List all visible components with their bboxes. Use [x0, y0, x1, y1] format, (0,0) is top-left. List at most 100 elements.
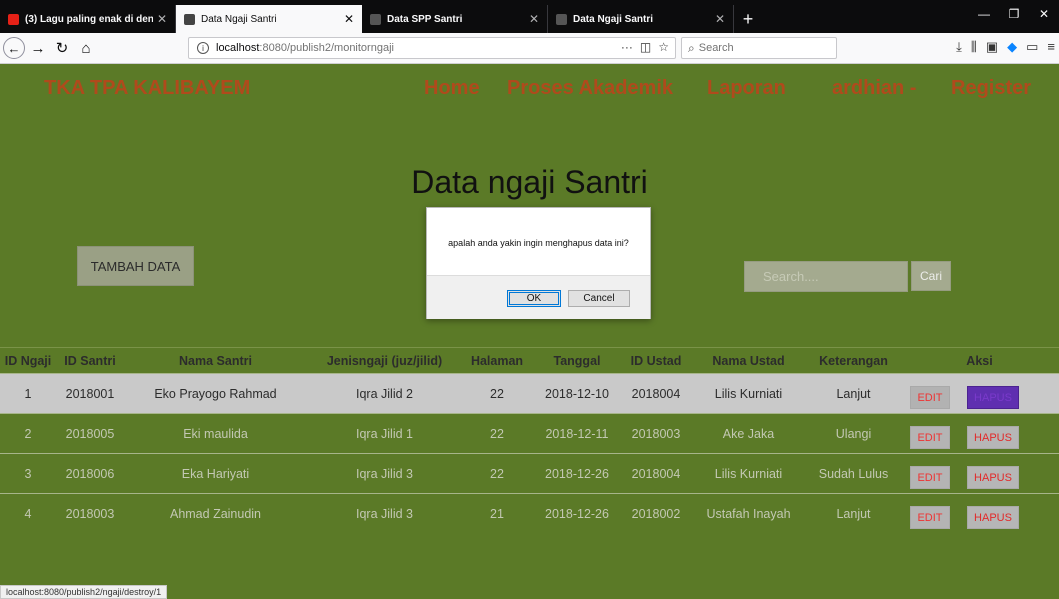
sidebar-icon[interactable]: ▣	[986, 39, 998, 55]
home-icon[interactable]: ⌂	[75, 37, 97, 59]
reload-icon[interactable]: ↻	[51, 37, 73, 59]
browser-tab[interactable]: Data Ngaji Santri ✕	[548, 5, 734, 33]
cell-tanggal: 2018-12-26	[532, 453, 622, 494]
table-row: 4 2018003 Ahmad Zainudin Iqra Jilid 3 21…	[0, 493, 1059, 534]
delete-button[interactable]: HAPUS	[967, 386, 1019, 409]
url-bar[interactable]: i localhost:8080/publish2/monitorngaji ·…	[188, 37, 676, 59]
ok-button[interactable]: OK	[507, 290, 561, 307]
column-header: ID Ngaji	[0, 347, 56, 374]
nav-user-dropdown[interactable]: ardhian -	[832, 77, 916, 100]
page-favicon-icon	[184, 13, 195, 25]
tab-title: Data Ngaji Santri	[201, 13, 277, 25]
site-info-icon[interactable]: i	[197, 42, 209, 54]
search-button[interactable]: Cari	[911, 261, 951, 291]
screenshot-icon[interactable]: ▭	[1026, 39, 1038, 55]
cell-keterangan: Ulangi	[807, 413, 900, 454]
cell-keterangan: Lanjut	[807, 493, 900, 534]
cell-halaman: 22	[462, 373, 532, 414]
search-icon: ⌕	[688, 40, 695, 55]
close-tab-icon[interactable]: ✕	[344, 12, 354, 26]
cell-tanggal: 2018-12-11	[532, 413, 622, 454]
browser-tab[interactable]: (3) Lagu paling enak di dengar ✕	[0, 5, 176, 33]
cell-jenis-ngaji: Iqra Jilid 3	[307, 453, 462, 494]
tab-title: (3) Lagu paling enak di dengar	[25, 13, 153, 25]
hamburger-menu-icon[interactable]: ≡	[1047, 39, 1055, 55]
column-header: Tanggal	[532, 347, 622, 374]
cell-id-santri: 2018003	[56, 493, 124, 534]
status-url: localhost:8080/publish2/ngaji/destroy/1	[0, 585, 168, 599]
column-header: ID Ustad	[622, 347, 690, 374]
cell-nama-santri: Ahmad Zainudin	[124, 493, 307, 534]
nav-proses-akademik[interactable]: Proses Akademik	[507, 77, 673, 100]
page-favicon-icon	[370, 13, 381, 25]
edit-button[interactable]: EDIT	[910, 386, 950, 409]
tab-title: Data SPP Santri	[387, 13, 463, 25]
pocket-icon[interactable]: ◫	[640, 40, 651, 54]
cell-id-ustad: 2018003	[622, 413, 690, 454]
cell-jenis-ngaji: Iqra Jilid 1	[307, 413, 462, 454]
table-header-row: ID Ngaji ID Santri Nama Santri Jenisngaj…	[0, 347, 1059, 374]
cancel-button[interactable]: Cancel	[568, 290, 630, 307]
forward-icon[interactable]: →	[27, 37, 49, 59]
delete-button[interactable]: HAPUS	[967, 506, 1019, 530]
restore-icon[interactable]: ❐	[999, 0, 1029, 28]
edit-button[interactable]: EDIT	[910, 466, 950, 489]
cell-nama-santri: Eki maulida	[124, 413, 307, 454]
youtube-icon	[8, 13, 19, 25]
cell-nama-santri: Eka Hariyati	[124, 453, 307, 494]
url-host: localhost	[216, 42, 260, 54]
browser-tab[interactable]: Data SPP Santri ✕	[362, 5, 548, 33]
delete-button[interactable]: HAPUS	[967, 466, 1019, 489]
edit-button[interactable]: EDIT	[910, 506, 950, 530]
close-tab-icon[interactable]: ✕	[715, 12, 725, 26]
close-window-icon[interactable]: ✕	[1029, 0, 1059, 28]
cell-halaman: 22	[462, 453, 532, 494]
cell-halaman: 21	[462, 493, 532, 534]
window-controls: — ❐ ✕	[969, 0, 1059, 28]
delete-button[interactable]: HAPUS	[967, 426, 1019, 449]
column-header: Nama Santri	[124, 347, 307, 374]
download-icon[interactable]: ⤓	[956, 39, 962, 55]
cell-id-ngaji: 4	[0, 493, 56, 534]
url-path: :8080/publish2/monitorngaji	[259, 42, 394, 54]
add-data-button[interactable]: TAMBAH DATA	[77, 246, 194, 286]
cell-jenis-ngaji: Iqra Jilid 2	[307, 373, 462, 414]
ngaji-table: ID Ngaji ID Santri Nama Santri Jenisngaj…	[0, 347, 1059, 534]
nav-home[interactable]: Home	[424, 77, 480, 100]
firefox-account-icon[interactable]: ◆	[1007, 39, 1017, 55]
new-tab-button[interactable]: +	[734, 5, 762, 33]
cell-keterangan: Lanjut	[807, 373, 900, 414]
cell-id-ustad: 2018004	[622, 373, 690, 414]
cell-nama-ustad: Ustafah Inayah	[690, 493, 807, 534]
cell-id-ngaji: 2	[0, 413, 56, 454]
site-brand[interactable]: TKA TPA KALIBAYEM	[44, 77, 250, 100]
column-header: Jenisngaji (juz/jilid)	[307, 347, 462, 374]
nav-laporan[interactable]: Laporan	[707, 77, 786, 100]
cell-id-ngaji: 3	[0, 453, 56, 494]
nav-register[interactable]: Register	[951, 77, 1031, 100]
bookmark-star-icon[interactable]: ☆	[658, 40, 669, 54]
column-header: Nama Ustad	[690, 347, 807, 374]
page-favicon-icon	[556, 13, 567, 25]
library-icon[interactable]: ⫼	[971, 39, 977, 55]
cell-aksi: EDIT HAPUS	[900, 373, 1059, 414]
back-icon[interactable]: ←	[3, 37, 25, 59]
cell-id-santri: 2018005	[56, 413, 124, 454]
minimize-icon[interactable]: —	[969, 0, 999, 28]
browser-search-box[interactable]: ⌕ Search	[681, 37, 837, 59]
column-header: ID Santri	[56, 347, 124, 374]
close-tab-icon[interactable]: ✕	[529, 12, 539, 26]
edit-button[interactable]: EDIT	[910, 426, 950, 449]
browser-toolbar: ← → ↻ ⌂ i localhost:8080/publish2/monito…	[0, 33, 1059, 64]
close-tab-icon[interactable]: ✕	[157, 12, 167, 26]
table-row: 1 2018001 Eko Prayogo Rahmad Iqra Jilid …	[0, 373, 1059, 414]
cell-nama-ustad: Lilis Kurniati	[690, 453, 807, 494]
browser-tab-active[interactable]: Data Ngaji Santri ✕	[176, 5, 362, 33]
cell-id-ngaji: 1	[0, 373, 56, 414]
page-actions-icon[interactable]: ···	[621, 40, 633, 54]
cell-aksi: EDIT HAPUS	[900, 453, 1059, 494]
cell-id-ustad: 2018002	[622, 493, 690, 534]
dialog-footer: OK Cancel	[427, 275, 650, 319]
tab-title: Data Ngaji Santri	[573, 13, 654, 25]
search-input[interactable]: Search....	[744, 261, 908, 292]
